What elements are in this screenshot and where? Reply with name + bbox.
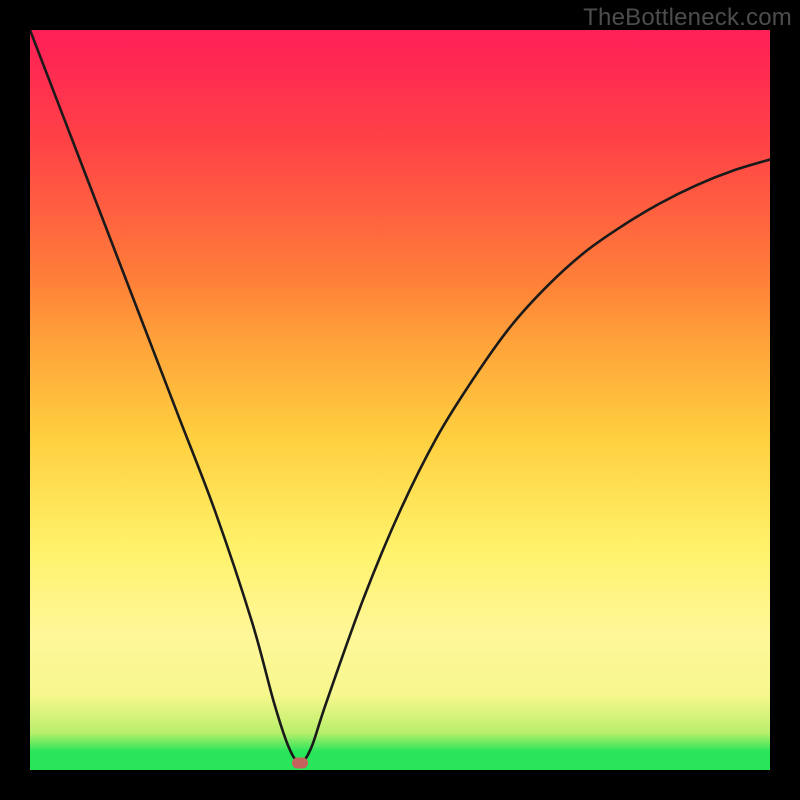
bottleneck-curve: [30, 30, 770, 763]
plot-area: [30, 30, 770, 770]
minimum-marker: [292, 757, 308, 768]
chart-frame: TheBottleneck.com: [0, 0, 800, 800]
curve-svg: [30, 30, 770, 770]
watermark-text: TheBottleneck.com: [583, 4, 792, 32]
